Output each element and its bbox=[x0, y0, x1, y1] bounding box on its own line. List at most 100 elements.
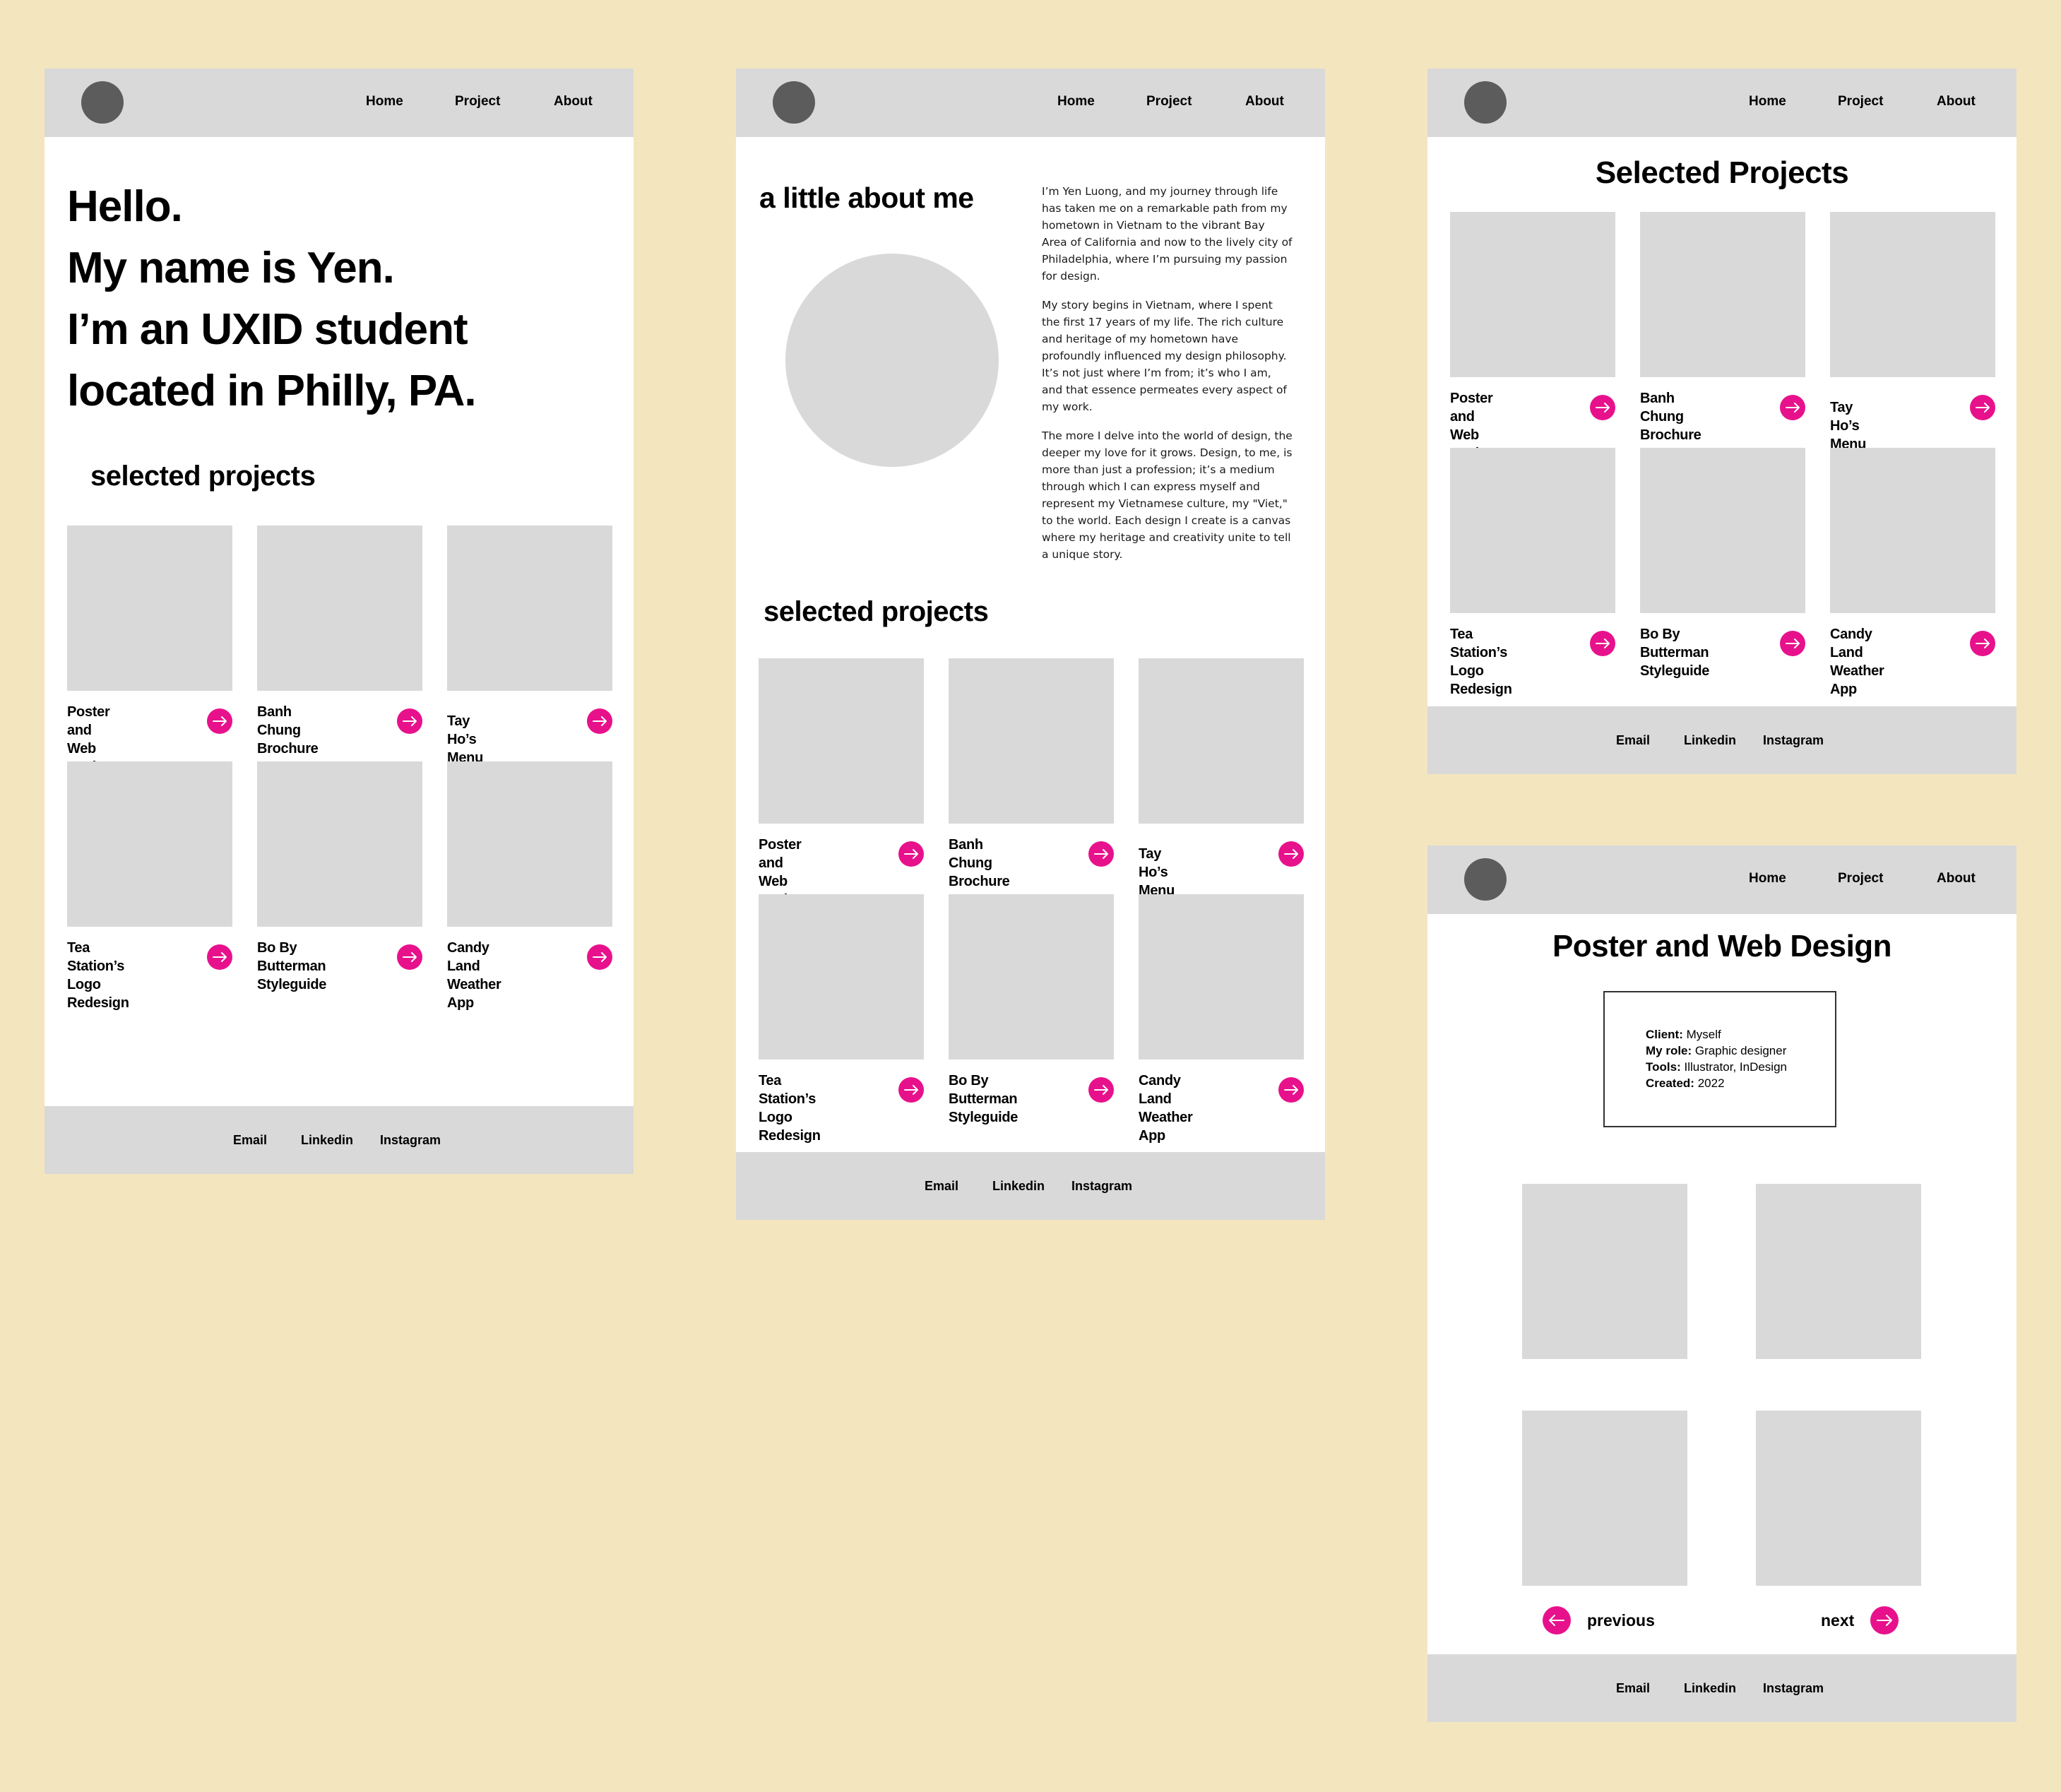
next-label[interactable]: next bbox=[1821, 1611, 1854, 1630]
project-open-button[interactable] bbox=[1088, 841, 1114, 867]
project-title-line: Tay Ho’s Menu bbox=[447, 713, 484, 766]
logo[interactable] bbox=[1464, 81, 1507, 124]
project-title[interactable]: Bo By Butterman Styleguide bbox=[949, 1072, 1018, 1127]
footer-linkedin[interactable]: Linkedin bbox=[301, 1133, 353, 1148]
project-thumbnail[interactable] bbox=[257, 526, 422, 691]
project-thumbnail[interactable] bbox=[949, 894, 1114, 1060]
project-title-line: Tea Station’s bbox=[1450, 627, 1508, 660]
footer-email[interactable]: Email bbox=[1616, 1681, 1650, 1696]
project-thumbnail[interactable] bbox=[1450, 212, 1615, 377]
project-open-button[interactable] bbox=[1590, 631, 1615, 656]
nav-project[interactable]: Project bbox=[1146, 94, 1192, 109]
project-title[interactable]: Tay Ho’s Menu bbox=[447, 712, 483, 767]
footer-email[interactable]: Email bbox=[925, 1179, 958, 1194]
project-open-button[interactable] bbox=[1970, 631, 1995, 656]
project-title[interactable]: Banh Chung Brochure bbox=[257, 703, 319, 758]
page-title: Selected Projects bbox=[1595, 155, 1849, 190]
project-thumbnail[interactable] bbox=[1139, 894, 1304, 1060]
project-open-button[interactable] bbox=[397, 944, 422, 970]
project-thumbnail[interactable] bbox=[759, 658, 924, 824]
project-title[interactable]: Tea Station’s Logo Redesign bbox=[759, 1072, 821, 1145]
project-title-line: Weather App bbox=[447, 977, 501, 1011]
footer-instagram[interactable]: Instagram bbox=[1763, 1681, 1824, 1696]
project-title[interactable]: Candy Land Weather App bbox=[447, 939, 501, 1012]
project-open-button[interactable] bbox=[1278, 1077, 1304, 1103]
project-open-button[interactable] bbox=[587, 708, 612, 734]
nav-about[interactable]: About bbox=[1245, 94, 1284, 109]
project-title-line: Candy Land bbox=[1830, 627, 1872, 660]
nav-project[interactable]: Project bbox=[455, 94, 500, 109]
next-button[interactable] bbox=[1870, 1606, 1899, 1634]
project-thumbnail[interactable] bbox=[257, 761, 422, 927]
nav-project[interactable]: Project bbox=[1838, 871, 1883, 886]
logo[interactable] bbox=[81, 81, 124, 124]
project-thumbnail[interactable] bbox=[67, 761, 232, 927]
project-thumbnail[interactable] bbox=[67, 526, 232, 691]
project-title[interactable]: Bo By Butterman Styleguide bbox=[1640, 625, 1709, 680]
footer-instagram[interactable]: Instagram bbox=[1071, 1179, 1132, 1194]
project-thumbnail[interactable] bbox=[1640, 448, 1805, 613]
project-thumbnail[interactable] bbox=[1450, 448, 1615, 613]
footer-email[interactable]: Email bbox=[1616, 733, 1650, 748]
nav-home[interactable]: Home bbox=[1749, 94, 1786, 109]
footer-linkedin[interactable]: Linkedin bbox=[1684, 1681, 1736, 1696]
project-open-button[interactable] bbox=[1780, 395, 1805, 420]
project-thumbnail[interactable] bbox=[949, 658, 1114, 824]
project-thumbnail[interactable] bbox=[1640, 212, 1805, 377]
project-title-line: Styleguide bbox=[1640, 663, 1710, 679]
project-open-button[interactable] bbox=[397, 708, 422, 734]
project-open-button[interactable] bbox=[1970, 395, 1995, 420]
project-title-line: Brochure bbox=[1640, 427, 1701, 443]
project-title[interactable]: Bo By Butterman Styleguide bbox=[257, 939, 326, 994]
project-thumbnail[interactable] bbox=[447, 526, 612, 691]
nav-about[interactable]: About bbox=[1937, 94, 1976, 109]
footer-instagram[interactable]: Instagram bbox=[380, 1133, 441, 1148]
footer-linkedin[interactable]: Linkedin bbox=[992, 1179, 1045, 1194]
project-open-button[interactable] bbox=[1278, 841, 1304, 867]
project-title-line: Poster and bbox=[1450, 391, 1493, 425]
about-paragraph: The more I delve into the world of desig… bbox=[1042, 429, 1293, 561]
project-thumbnail[interactable] bbox=[1830, 212, 1995, 377]
project-title[interactable]: Tea Station’s Logo Redesign bbox=[67, 939, 129, 1012]
project-open-button[interactable] bbox=[1780, 631, 1805, 656]
project-open-button[interactable] bbox=[898, 841, 924, 867]
nav-home[interactable]: Home bbox=[366, 94, 403, 109]
nav-home[interactable]: Home bbox=[1057, 94, 1095, 109]
project-title-line: Poster and bbox=[67, 704, 110, 738]
project-thumbnail[interactable] bbox=[1139, 658, 1304, 824]
footer: Email Linkedin Instagram bbox=[1427, 1654, 2017, 1722]
arrow-right-icon bbox=[1596, 639, 1610, 648]
footer-linkedin[interactable]: Linkedin bbox=[1684, 733, 1736, 748]
nav-home[interactable]: Home bbox=[1749, 871, 1786, 886]
image-placeholder bbox=[1522, 1184, 1687, 1359]
project-title[interactable]: Candy Land Weather App bbox=[1830, 625, 1884, 699]
logo[interactable] bbox=[1464, 858, 1507, 901]
project-title[interactable]: Candy Land Weather App bbox=[1139, 1072, 1193, 1145]
arrow-right-icon bbox=[1094, 849, 1108, 859]
footer-email[interactable]: Email bbox=[233, 1133, 267, 1148]
project-title[interactable]: Tay Ho’s Menu bbox=[1139, 845, 1175, 900]
project-open-button[interactable] bbox=[898, 1077, 924, 1103]
nav-about[interactable]: About bbox=[554, 94, 593, 109]
header: Home Project About bbox=[44, 69, 634, 137]
project-open-button[interactable] bbox=[207, 944, 232, 970]
project-title[interactable]: Banh Chung Brochure bbox=[949, 836, 1010, 891]
previous-button[interactable] bbox=[1543, 1606, 1571, 1634]
project-open-button[interactable] bbox=[1590, 395, 1615, 420]
project-open-button[interactable] bbox=[207, 708, 232, 734]
project-open-button[interactable] bbox=[1088, 1077, 1114, 1103]
footer-instagram[interactable]: Instagram bbox=[1763, 733, 1824, 748]
project-open-button[interactable] bbox=[587, 944, 612, 970]
project-thumbnail[interactable] bbox=[447, 761, 612, 927]
project-title[interactable]: Tea Station’s Logo Redesign bbox=[1450, 625, 1512, 699]
project-title[interactable]: Tay Ho’s Menu bbox=[1830, 398, 1866, 453]
nav-about[interactable]: About bbox=[1937, 871, 1976, 886]
project-title-line: Logo Redesign bbox=[67, 977, 129, 1011]
logo[interactable] bbox=[773, 81, 815, 124]
previous-label[interactable]: previous bbox=[1587, 1611, 1655, 1630]
project-thumbnail[interactable] bbox=[1830, 448, 1995, 613]
project-thumbnail[interactable] bbox=[759, 894, 924, 1060]
nav-project[interactable]: Project bbox=[1838, 94, 1883, 109]
meta-tools: Tools: Illustrator, InDesign bbox=[1646, 1060, 1787, 1074]
project-title[interactable]: Banh Chung Brochure bbox=[1640, 389, 1701, 444]
